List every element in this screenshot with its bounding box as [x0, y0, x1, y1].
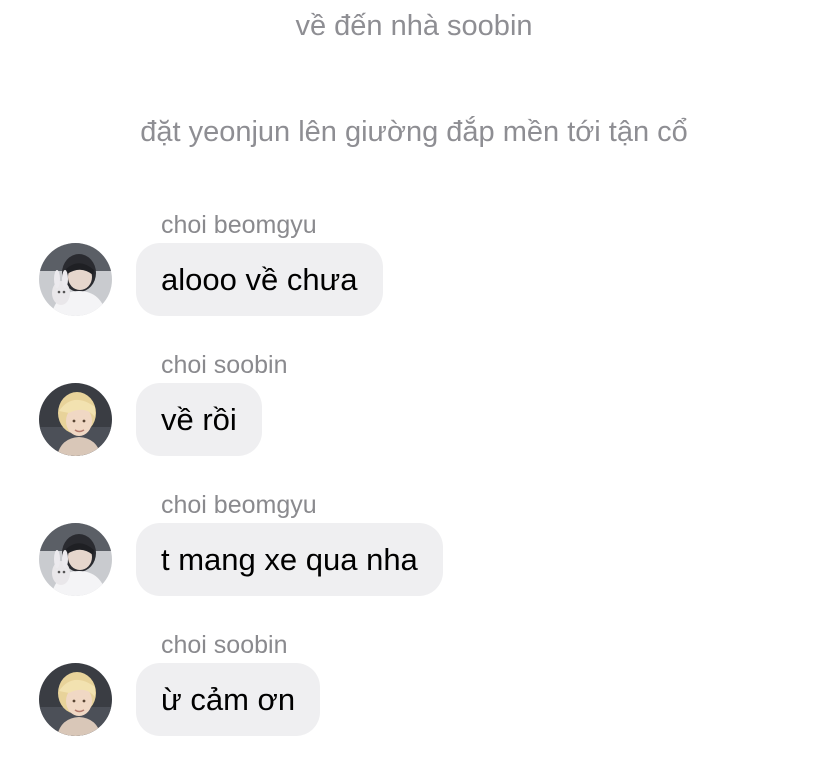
message-group: choi beomgyu alooo về chưa — [0, 210, 828, 320]
message-group: choi soobin về rồi — [0, 350, 828, 460]
sender-name: choi soobin — [161, 631, 288, 659]
system-message: về đến nhà soobin — [295, 10, 533, 42]
message-bubble[interactable]: về rồi — [136, 383, 262, 456]
message-group: choi soobin ừ cảm ơn — [0, 630, 828, 740]
message-group: choi beomgyu t mang xe qua nha — [0, 490, 828, 600]
sender-name: choi beomgyu — [161, 491, 317, 519]
soobin-avatar[interactable] — [39, 663, 112, 736]
beomgyu-avatar[interactable] — [39, 523, 112, 596]
message-bubble[interactable]: t mang xe qua nha — [136, 523, 443, 596]
sender-name: choi soobin — [161, 351, 288, 379]
soobin-avatar-image — [39, 383, 112, 456]
system-message: đặt yeonjun lên giường đắp mền tới tận c… — [140, 116, 688, 148]
message-bubble[interactable]: ừ cảm ơn — [136, 663, 321, 736]
soobin-avatar-image — [39, 663, 112, 736]
beomgyu-avatar-image — [39, 523, 112, 596]
message-bubble[interactable]: alooo về chưa — [136, 243, 383, 316]
beomgyu-avatar-image — [39, 243, 112, 316]
beomgyu-avatar[interactable] — [39, 243, 112, 316]
soobin-avatar[interactable] — [39, 383, 112, 456]
sender-name: choi beomgyu — [161, 211, 317, 239]
